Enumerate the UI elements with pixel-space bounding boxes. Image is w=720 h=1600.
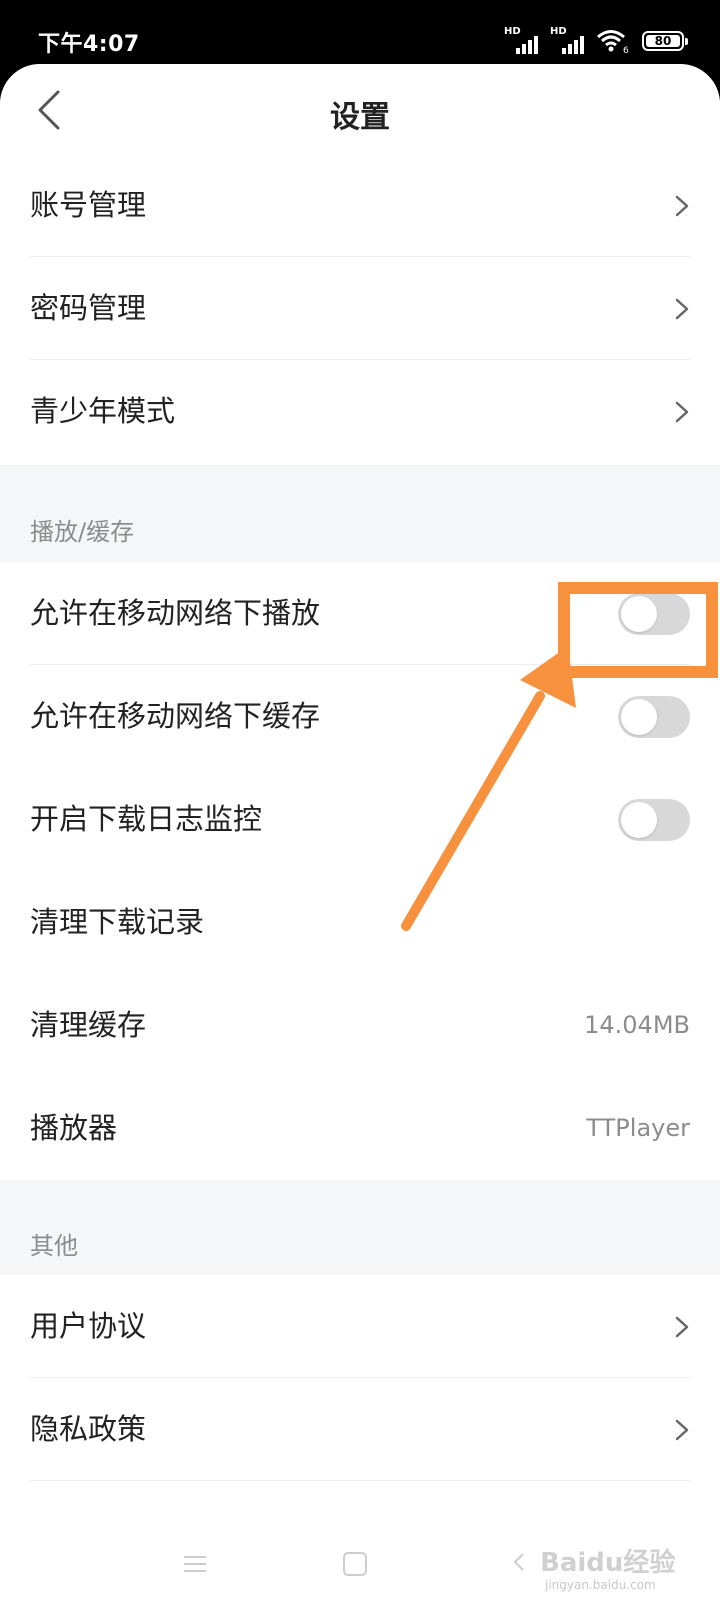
row-label: 青少年模式: [30, 394, 176, 428]
download-log-toggle[interactable]: [618, 799, 690, 841]
watermark-url: jingyan.baidu.com: [545, 1578, 656, 1592]
section-title-other: 其他: [30, 1232, 78, 1260]
settings-row-teen-mode[interactable]: 青少年模式: [0, 360, 720, 463]
signal-icon: HD: [550, 26, 584, 54]
page-title: 设置: [330, 100, 390, 135]
signal-icon: HD: [504, 26, 538, 54]
row-label: 开启下载日志监控: [30, 802, 263, 836]
settings-row-mobile-cache: 允许在移动网络下缓存: [0, 665, 720, 768]
battery-level: 80: [654, 34, 672, 48]
chevron-right-icon: [675, 1419, 689, 1441]
chevron-right-icon: [675, 298, 689, 320]
system-nav-bar: Baidu经验 jingyan.baidu.com: [0, 1530, 720, 1600]
status-time: 下午4:07: [38, 32, 140, 57]
battery-icon: 80: [642, 31, 688, 51]
status-icons: HD HD 6 80: [504, 26, 688, 54]
nav-back-icon[interactable]: [512, 1552, 526, 1572]
row-label: 密码管理: [30, 291, 147, 325]
settings-row-password[interactable]: 密码管理: [0, 257, 720, 360]
cache-size-value: 14.04MB: [584, 1011, 690, 1039]
chevron-right-icon: [675, 195, 689, 217]
settings-row-clear-cache[interactable]: 清理缓存 14.04MB: [0, 974, 720, 1077]
settings-row-account[interactable]: 账号管理: [0, 154, 720, 257]
nav-bar: 设置: [0, 64, 720, 154]
section-title-play-cache: 播放/缓存: [30, 518, 135, 546]
home-icon[interactable]: [343, 1552, 367, 1576]
row-label: 清理缓存: [30, 1008, 147, 1042]
watermark-logo: Baidu经验: [540, 1548, 676, 1578]
row-label: 清理下载记录: [30, 905, 205, 939]
settings-page: 设置 账号管理 密码管理 青少年模式 播放/缓存 允许在移动网络下播放 允许在移…: [0, 64, 720, 1600]
mobile-cache-toggle[interactable]: [618, 696, 690, 738]
player-value: TTPlayer: [586, 1114, 690, 1142]
row-label: 隐私政策: [30, 1412, 147, 1446]
chevron-right-icon: [675, 1316, 689, 1338]
account-group: 账号管理 密码管理 青少年模式: [0, 154, 720, 465]
row-label: 用户协议: [30, 1309, 147, 1343]
other-group: 用户协议 隐私政策: [0, 1275, 720, 1535]
settings-row-privacy-policy[interactable]: 隐私政策: [0, 1378, 720, 1481]
annotation-highlight-box: [558, 582, 718, 678]
settings-row-download-log: 开启下载日志监控: [0, 768, 720, 871]
menu-icon[interactable]: [184, 1556, 206, 1572]
settings-row-player[interactable]: 播放器 TTPlayer: [0, 1077, 720, 1180]
row-label: 账号管理: [30, 188, 147, 222]
settings-row-clear-download-history[interactable]: 清理下载记录: [0, 871, 720, 974]
divider: [30, 1480, 690, 1481]
row-label: 允许在移动网络下缓存: [30, 699, 321, 733]
wifi-icon: 6: [597, 30, 629, 54]
settings-row-user-agreement[interactable]: 用户协议: [0, 1275, 720, 1378]
wifi-badge: 6: [623, 46, 629, 54]
row-label: 播放器: [30, 1111, 118, 1145]
row-label: 允许在移动网络下播放: [30, 596, 321, 630]
chevron-right-icon: [675, 401, 689, 423]
